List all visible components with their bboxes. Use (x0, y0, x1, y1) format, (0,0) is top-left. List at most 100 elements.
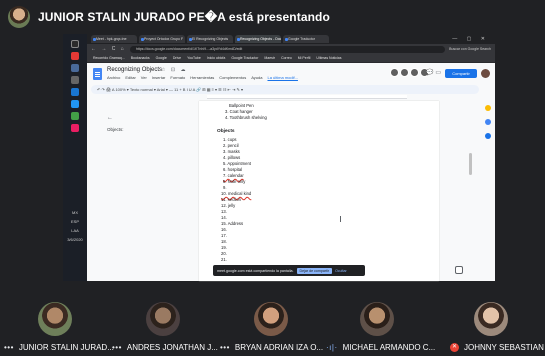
calendar-icon[interactable] (485, 133, 491, 139)
tab-recognizing-doc[interactable]: Recognizing Objects - Doc (235, 35, 281, 43)
doc-title[interactable]: Recognizing Objects (107, 67, 162, 73)
hide-button[interactable]: Ocultar (335, 269, 347, 273)
meet-window: JUNIOR STALIN JURADO PE�A está presentan… (0, 0, 545, 356)
presenter-avatar (8, 6, 30, 28)
locale-indicator[interactable]: LAA (71, 228, 79, 233)
list-item: 15. Address (221, 221, 244, 226)
stop-sharing-button[interactable]: Dejar de compartir (296, 267, 333, 274)
keyboard-indicator[interactable]: ESP (71, 219, 79, 224)
bookmark[interactable]: Correo (281, 56, 292, 60)
participant-label: ✕ JOHNNY SEBASTIAN E (450, 343, 545, 352)
tab-recognizing-1[interactable]: El Recognizing Objects (187, 35, 233, 43)
list-item: 12. jelly (221, 203, 236, 208)
menu-complementos[interactable]: Complementos (219, 75, 246, 80)
bookmark[interactable]: Inicio ubicfa (207, 56, 225, 60)
list-item: 20. (221, 251, 227, 256)
search-icon[interactable] (71, 64, 79, 72)
scrollbar[interactable] (469, 153, 472, 175)
participant-tile[interactable]: ••• ANDRES JONATHAN J... (108, 296, 218, 356)
window-controls[interactable]: — ▢ ✕ (452, 36, 495, 42)
account-avatar[interactable] (481, 69, 490, 78)
document-page[interactable]: Ballpoint Pen 3. Coat hanger 4. Toothbru… (199, 101, 439, 281)
whatsapp-icon[interactable] (71, 112, 79, 120)
app-icon[interactable] (71, 124, 79, 132)
participant-tile[interactable]: ·ı|· MICHAEL ARMANDO C... (322, 296, 435, 356)
list-item: 7. calendar (223, 173, 244, 178)
ruler[interactable] (207, 95, 407, 99)
list-item: 13. (221, 209, 227, 214)
bookmark[interactable]: Drive (173, 56, 181, 60)
participant-label: ••• JUNIOR STALIN JURAD... (4, 343, 114, 352)
menu-editar[interactable]: Editar (125, 75, 135, 80)
list-item: 4. pillows (223, 155, 241, 160)
bookmark[interactable]: Google (156, 56, 167, 60)
menu-formato[interactable]: Formato (170, 75, 185, 80)
participant-tile[interactable]: ✕ JOHNNY SEBASTIAN E (440, 296, 545, 356)
bookmark[interactable]: Maestr (264, 56, 275, 60)
mic-off-icon: ✕ (450, 343, 459, 352)
menu-insertar[interactable]: Insertar (152, 75, 166, 80)
side-panel (481, 99, 495, 281)
opera-icon[interactable] (71, 52, 79, 60)
url-input[interactable]: https://docs.google.com/document/d/1KTnh… (129, 45, 446, 53)
docs-header: Recognizing Objects ☆ ⊡ ☁ Archivo Editar… (87, 63, 495, 85)
participant-tile[interactable]: ••• BRYAN ADRIAN IZA O... (216, 296, 326, 356)
comment-present-icons[interactable]: 💬 ▭ (426, 69, 441, 76)
more-options-icon[interactable]: ••• (112, 343, 122, 352)
explore-icon[interactable] (455, 266, 463, 274)
text-cursor (340, 216, 341, 222)
more-options-icon[interactable]: ••• (220, 343, 230, 352)
share-button[interactable]: Compartir (445, 69, 477, 78)
doc-line: 3. Coat hanger (225, 109, 253, 114)
bookmark[interactable]: Booksnacks (131, 56, 150, 60)
menu-ver[interactable]: Ver (141, 75, 147, 80)
list-item: 18. (221, 239, 227, 244)
bookmark[interactable]: Mi Perfil (298, 56, 311, 60)
address-search-hint[interactable]: Buscar con Google Search (449, 47, 491, 51)
star-move-cloud-icons[interactable]: ☆ ⊡ ☁ (161, 67, 187, 73)
menu-archivo[interactable]: Archivo (107, 75, 120, 80)
language-indicator[interactable]: MX (72, 210, 78, 215)
bookmark[interactable]: Ultimas Noticias (316, 56, 341, 60)
avatar[interactable] (390, 68, 399, 77)
avatar[interactable] (410, 68, 419, 77)
participant-name: JUNIOR STALIN JURAD... (18, 343, 114, 352)
tab-meet[interactable]: Meet - hpk-grqx-tne (91, 35, 137, 43)
menu-ayuda[interactable]: Ayuda (251, 75, 262, 80)
avatar[interactable] (400, 68, 409, 77)
outline-heading[interactable]: Objects: (107, 127, 124, 132)
tasks-icon[interactable] (485, 119, 491, 125)
last-edit-link[interactable]: La última modif... (267, 75, 297, 80)
participants-strip: ••• JUNIOR STALIN JURAD... ••• ANDRES JO… (0, 296, 545, 356)
edge-icon[interactable] (71, 100, 79, 108)
menu-herramientas[interactable]: Herramientas (190, 75, 214, 80)
list-item: 1. cups (223, 137, 237, 142)
taskbar-date[interactable]: 3/6/2020 (67, 237, 83, 242)
participant-name: BRYAN ADRIAN IZA O... (234, 343, 324, 352)
participant-label: ·ı|· MICHAEL ARMANDO C... (326, 343, 435, 352)
more-options-icon[interactable]: ••• (4, 343, 14, 352)
task-view-icon[interactable] (71, 76, 79, 84)
list-item: 9. (223, 185, 227, 190)
word-icon[interactable] (71, 88, 79, 96)
bookmark[interactable]: Recorrido Gramaq... (93, 56, 125, 60)
nav-buttons[interactable]: ← → C ⌂ (91, 46, 126, 52)
docs-toolbar[interactable]: ↶ ↷ 🖨 A 100% ▾ Texto normal ▾ Arial ▾ — … (91, 85, 479, 94)
docs-app: Recognizing Objects ☆ ⊡ ☁ Archivo Editar… (87, 63, 495, 281)
tab-translate[interactable]: Google Traductor (283, 35, 329, 43)
participant-tile[interactable]: ••• JUNIOR STALIN JURAD... (0, 296, 114, 356)
participant-name: ANDRES JONATHAN J... (126, 343, 218, 352)
keep-icon[interactable] (485, 105, 491, 111)
outline-back-icon[interactable]: ← (107, 115, 113, 121)
list-item: 21. (221, 257, 227, 262)
docs-logo-icon[interactable] (93, 68, 102, 80)
tab-project[interactable]: Proyect Ortodox Grupo F (139, 35, 185, 43)
doc-line: 4. Toothbrush shelving (225, 115, 267, 120)
avatar (38, 302, 72, 336)
participant-name: JOHNNY SEBASTIAN E (464, 343, 545, 352)
participant-name: MICHAEL ARMANDO C... (342, 343, 436, 352)
list-item: 10. medical kind (221, 191, 252, 196)
bookmark[interactable]: Google Traductor (231, 56, 258, 60)
start-icon[interactable] (71, 40, 79, 48)
bookmark[interactable]: YouTube (187, 56, 201, 60)
